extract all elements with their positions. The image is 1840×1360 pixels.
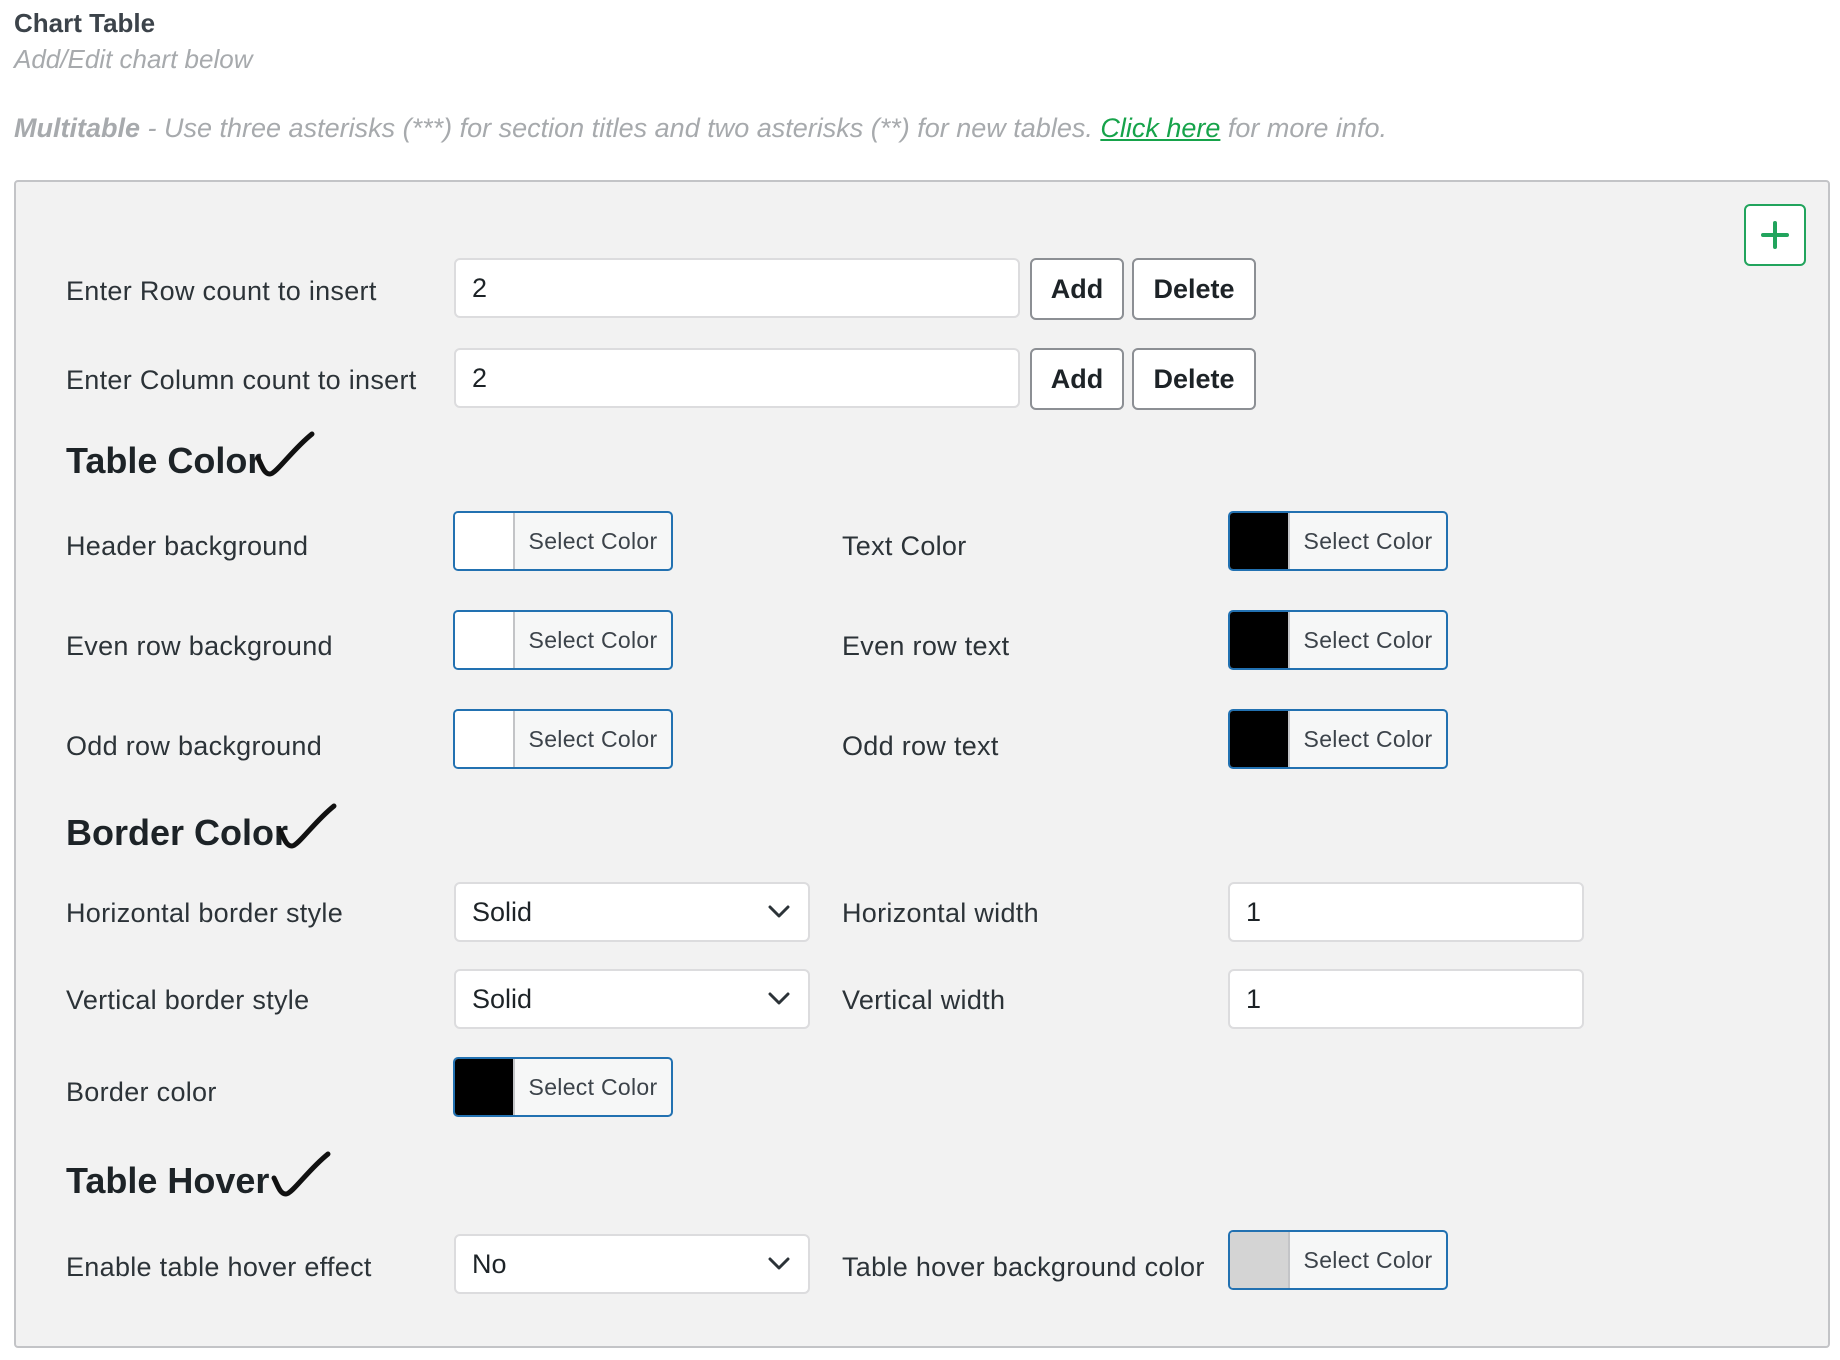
even-row-text-color-button[interactable]: Select Color — [1228, 610, 1448, 670]
notice-bold: Multitable — [14, 113, 140, 143]
select-color-label: Select Color — [1303, 527, 1433, 554]
odd-row-text-label: Odd row text — [842, 731, 999, 761]
vertical-border-style-label: Vertical border style — [66, 985, 310, 1015]
even-row-background-color-button[interactable]: Select Color — [453, 610, 673, 670]
select-color-label: Select Color — [528, 527, 658, 554]
header-background-label: Header background — [66, 531, 309, 561]
notice-text: - Use three asterisks (***) for section … — [140, 113, 1101, 143]
text-color-button[interactable]: Select Color — [1228, 511, 1448, 571]
text-color-label: Text Color — [842, 531, 967, 561]
vertical-width-input[interactable]: 1 — [1228, 969, 1584, 1029]
checkmark-icon — [271, 1151, 331, 1197]
add-column-button[interactable]: Add — [1030, 348, 1124, 410]
select-color-label: Select Color — [528, 1073, 658, 1100]
color-swatch — [455, 711, 515, 767]
border-color-heading: Border Color — [66, 812, 289, 853]
multitable-notice: Multitable - Use three asterisks (***) f… — [14, 113, 1387, 144]
horizontal-width-label: Horizontal width — [842, 898, 1039, 928]
page-title: Chart Table — [14, 8, 156, 38]
chevron-down-icon — [768, 1257, 790, 1270]
select-color-label: Select Color — [528, 626, 658, 653]
border-color-label: Border color — [66, 1077, 217, 1107]
select-color-label: Select Color — [528, 725, 658, 752]
vertical-border-style-select[interactable]: Solid — [454, 969, 810, 1029]
plus-icon — [1761, 221, 1789, 249]
border-color-button[interactable]: Select Color — [453, 1057, 673, 1117]
enable-hover-label: Enable table hover effect — [66, 1252, 372, 1282]
even-row-background-label: Even row background — [66, 631, 333, 661]
odd-row-text-color-button[interactable]: Select Color — [1228, 709, 1448, 769]
notice-tail: for more info. — [1220, 113, 1387, 143]
even-row-text-label: Even row text — [842, 631, 1010, 661]
add-row-button[interactable]: Add — [1030, 258, 1124, 320]
select-color-label: Select Color — [1303, 1246, 1433, 1273]
select-value: Solid — [472, 983, 533, 1014]
delete-column-button[interactable]: Delete — [1132, 348, 1256, 410]
add-table-button[interactable] — [1744, 204, 1806, 266]
hover-background-color-label: Table hover background color — [842, 1252, 1205, 1282]
chevron-down-icon — [768, 992, 790, 1005]
color-swatch — [455, 513, 515, 569]
horizontal-width-input[interactable]: 1 — [1228, 882, 1584, 942]
color-swatch — [1230, 513, 1290, 569]
row-count-label: Enter Row count to insert — [66, 276, 377, 306]
click-here-link[interactable]: Click here — [1100, 113, 1220, 143]
column-count-input[interactable]: 2 — [454, 348, 1020, 408]
column-count-label: Enter Column count to insert — [66, 365, 417, 395]
horizontal-border-style-select[interactable]: Solid — [454, 882, 810, 942]
select-color-label: Select Color — [1303, 626, 1433, 653]
checkmark-icon — [255, 431, 315, 477]
table-color-heading: Table Color — [66, 440, 262, 481]
checkmark-icon — [277, 803, 337, 849]
color-swatch — [1230, 1232, 1290, 1288]
color-swatch — [1230, 711, 1290, 767]
enable-hover-select[interactable]: No — [454, 1234, 810, 1294]
header-background-color-button[interactable]: Select Color — [453, 511, 673, 571]
chevron-down-icon — [768, 905, 790, 918]
odd-row-background-label: Odd row background — [66, 731, 323, 761]
row-count-input[interactable]: 2 — [454, 258, 1020, 318]
select-value: Solid — [472, 896, 533, 927]
delete-row-button[interactable]: Delete — [1132, 258, 1256, 320]
select-value: No — [472, 1248, 507, 1279]
table-hover-heading: Table Hover — [66, 1160, 270, 1201]
color-swatch — [455, 612, 515, 668]
horizontal-border-style-label: Horizontal border style — [66, 898, 344, 928]
hover-background-color-button[interactable]: Select Color — [1228, 1230, 1448, 1290]
vertical-width-label: Vertical width — [842, 985, 1006, 1015]
page-subtitle: Add/Edit chart below — [14, 44, 253, 74]
odd-row-background-color-button[interactable]: Select Color — [453, 709, 673, 769]
color-swatch — [455, 1059, 515, 1115]
select-color-label: Select Color — [1303, 725, 1433, 752]
color-swatch — [1230, 612, 1290, 668]
